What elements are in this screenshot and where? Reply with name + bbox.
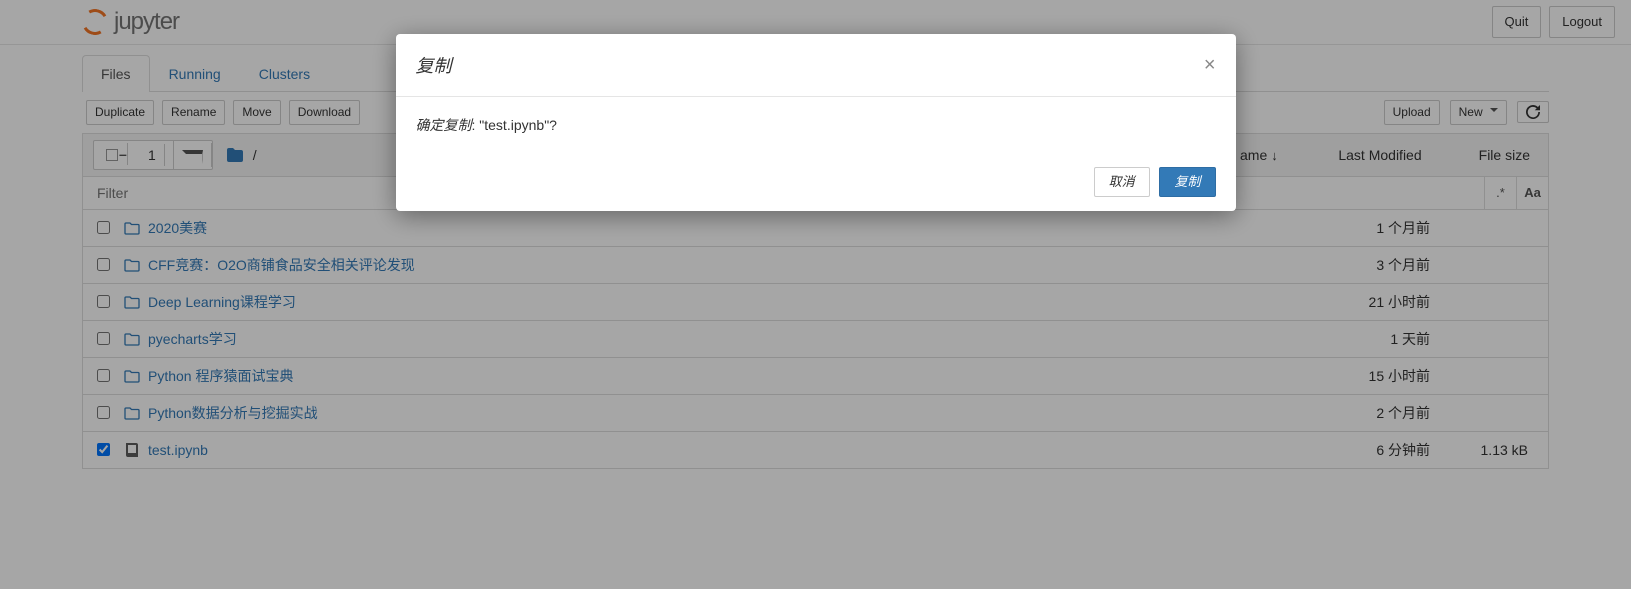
modal-title: 复制 <box>416 52 452 78</box>
modal-footer: 取消 复制 <box>396 153 1236 211</box>
modal-confirm-button[interactable]: 复制 <box>1159 167 1215 197</box>
modal-body-suffix: "? <box>544 117 557 133</box>
modal-overlay[interactable]: 复制 × 确定复制: "test.ipynb"? 取消 复制 <box>0 0 1631 589</box>
modal-body-target: test.ipynb <box>484 117 544 133</box>
modal-header: 复制 × <box>396 34 1236 97</box>
modal-body-prefix: 确定复制 <box>416 119 472 134</box>
modal-cancel-button[interactable]: 取消 <box>1094 167 1150 197</box>
modal-close-button[interactable]: × <box>1204 55 1216 75</box>
modal-body: 确定复制: "test.ipynb"? <box>396 97 1236 153</box>
close-icon: × <box>1204 54 1216 76</box>
copy-modal: 复制 × 确定复制: "test.ipynb"? 取消 复制 <box>396 34 1236 211</box>
modal-body-sep: : " <box>472 117 485 133</box>
